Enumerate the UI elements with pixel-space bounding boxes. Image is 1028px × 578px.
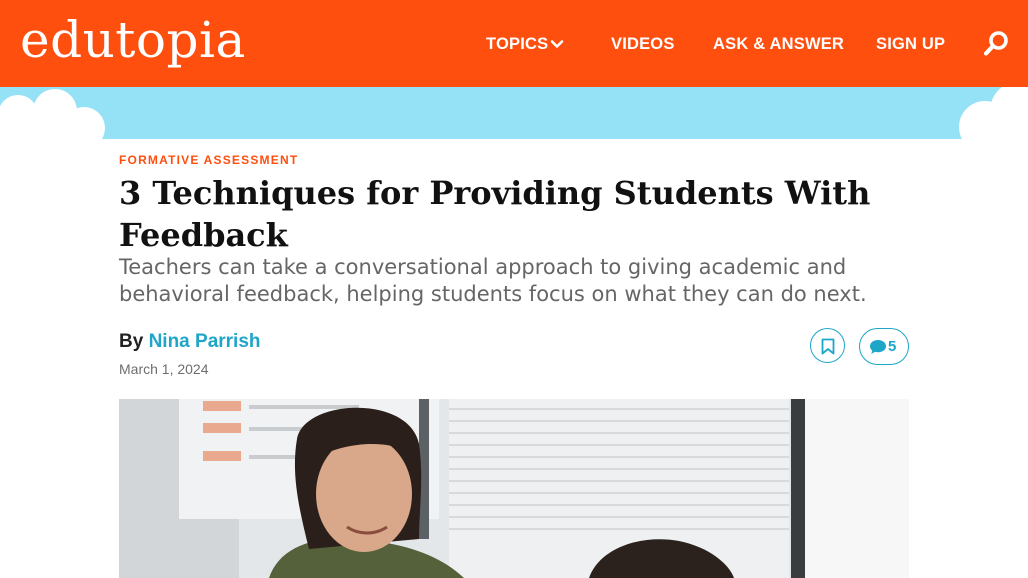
chevron-down-icon[interactable] — [550, 37, 564, 51]
site-logo[interactable]: edutopia — [20, 10, 246, 70]
cloud-decoration — [0, 87, 1028, 139]
nav-ask-and-answer[interactable]: ASK & ANSWER — [713, 34, 844, 54]
comment-icon — [870, 340, 886, 354]
article-hero-image — [119, 399, 909, 578]
sky-banner — [0, 87, 1028, 139]
byline: By Nina Parrish — [119, 331, 261, 353]
search-icon[interactable] — [981, 29, 1011, 59]
comments-button[interactable]: 5 — [859, 328, 909, 365]
nav-videos[interactable]: VIDEOS — [611, 34, 675, 54]
article-subtitle: Teachers can take a conversational appro… — [119, 255, 867, 306]
article-category[interactable]: FORMATIVE ASSESSMENT — [119, 153, 298, 167]
nav-topics[interactable]: TOPICS — [486, 34, 548, 54]
site-header: edutopia TOPICS VIDEOS ASK & ANSWER SIGN… — [0, 0, 1028, 87]
nav-sign-up[interactable]: SIGN UP — [876, 34, 945, 54]
classroom-photo — [119, 399, 909, 578]
comment-count: 5 — [888, 338, 897, 355]
byline-prefix: By — [119, 331, 144, 352]
bookmark-button[interactable] — [810, 328, 845, 363]
article-title: 3 Techniques for Providing Students With… — [119, 174, 871, 254]
author-link[interactable]: Nina Parrish — [149, 331, 261, 352]
publish-date: March 1, 2024 — [119, 361, 209, 377]
bookmark-icon — [821, 338, 835, 355]
